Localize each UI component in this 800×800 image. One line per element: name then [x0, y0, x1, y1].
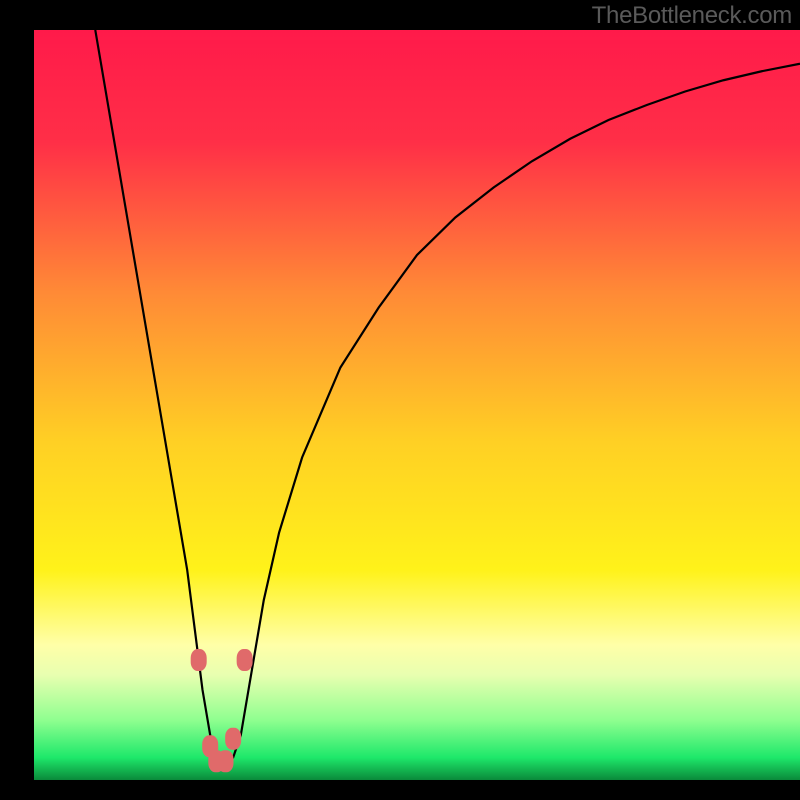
marker-dot: [237, 649, 253, 671]
plot-background: [34, 30, 800, 780]
watermark-label: TheBottleneck.com: [592, 2, 792, 30]
chart-frame: TheBottleneck.com: [0, 0, 800, 800]
bottleneck-chart: [0, 0, 800, 800]
marker-dot: [218, 750, 234, 772]
marker-dot: [191, 649, 207, 671]
marker-dot: [225, 728, 241, 750]
